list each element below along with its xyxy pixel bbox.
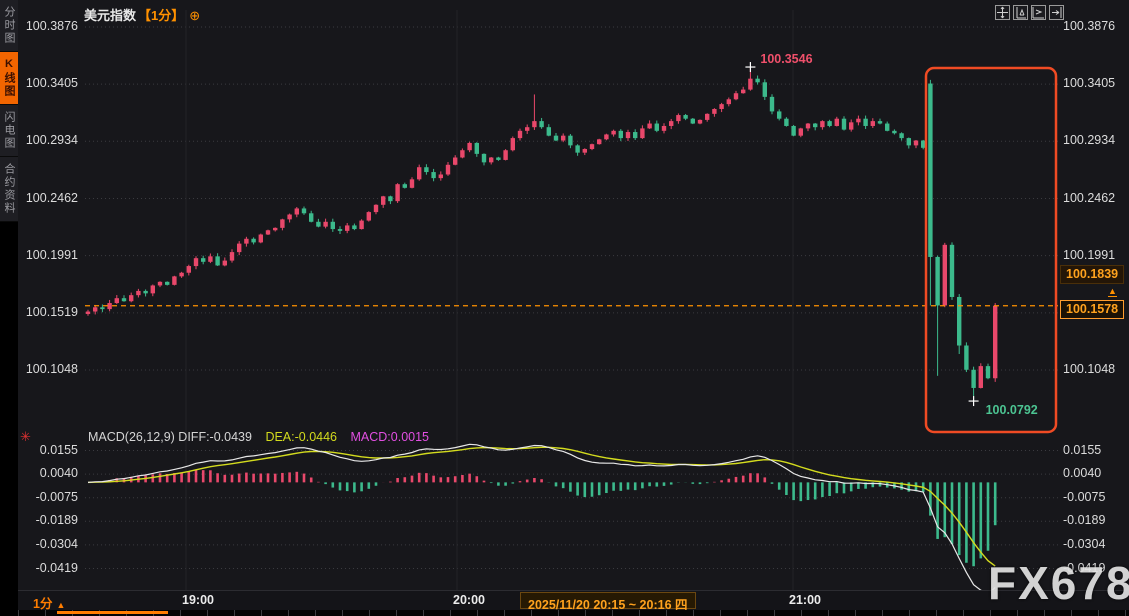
indicator-params-icon[interactable]: ✳: [20, 429, 31, 445]
chart-canvas[interactable]: [0, 0, 1129, 616]
macd-axis-label-right: -0.0075: [1063, 489, 1106, 504]
macd-axis-label-left: -0.0075: [35, 489, 78, 504]
price-axis-label-left: 100.3876: [25, 19, 78, 33]
visible-range-label: 2025/11/20 20:15 ~ 20:16 四: [520, 592, 696, 612]
price-axis-label-left: 100.1519: [25, 304, 78, 319]
time-axis-label: 21:00: [789, 593, 821, 607]
macd-name-diff-label: MACD(26,12,9) DIFF:-0.0439: [88, 430, 252, 444]
price-axis-label-right: 100.1991: [1063, 247, 1116, 262]
macd-axis-label-left: 0.0040: [39, 466, 78, 481]
price-axis-label-right: 100.3876: [1063, 19, 1116, 33]
ref-price-box: 100.1839: [1060, 265, 1125, 285]
sidebar-tab-闪电图[interactable]: 闪电图: [0, 105, 18, 157]
high-price-label: 100.3546: [760, 52, 813, 67]
interval-selector-label: 1分: [33, 597, 53, 611]
time-axis-label: 20:00: [453, 593, 485, 607]
pan-icon[interactable]: [995, 5, 1010, 20]
price-flag-icon: ▲: [1108, 285, 1117, 297]
sidebar-tab-分时图[interactable]: 分时图: [0, 0, 18, 52]
symbol-title: 美元指数: [84, 8, 137, 23]
low-price-label: 100.0792: [985, 403, 1038, 418]
price-axis-label-left: 100.2934: [25, 133, 78, 148]
price-axis-label-left: 100.1991: [25, 247, 78, 262]
timeline-scrollbar[interactable]: [18, 610, 1129, 616]
indicator-settings-icon[interactable]: ⊕: [189, 8, 200, 23]
price-axis-label-right: 100.2462: [1063, 190, 1116, 205]
macd-axis-label-right: 0.0155: [1063, 442, 1102, 457]
price-axis-label-right: 100.3405: [1063, 76, 1116, 91]
go-to-latest-icon[interactable]: [1049, 5, 1064, 20]
price-axis-label-right: 100.1048: [1063, 362, 1116, 376]
fit-left-axis-icon[interactable]: [1013, 5, 1028, 20]
sidebar-tab-合约资料[interactable]: 合约资料: [0, 157, 18, 222]
triangle-up-icon: ▲: [56, 600, 66, 610]
fit-bottom-axis-icon[interactable]: [1031, 5, 1046, 20]
macd-header: MACD(26,12,9) DIFF:-0.0439 DEA:-0.0446 M…: [88, 430, 429, 444]
macd-axis-label-right: 0.0040: [1063, 466, 1102, 481]
chart-title-bar: 美元指数 【1分】 ⊕: [84, 5, 200, 24]
chart-toolbar: [995, 5, 1064, 20]
timeline-scrollbar-thumb[interactable]: [57, 611, 168, 614]
price-axis-label-left: 100.1048: [25, 362, 78, 376]
price-axis-label-left: 100.2462: [25, 190, 78, 205]
macd-axis-label-right: -0.0304: [1063, 536, 1106, 551]
watermark: FX678: [988, 557, 1129, 609]
app-root: 分时图 K线图 闪电图 合约资料 美元指数 【1分】 ⊕ 100.3876 100.3876…: [0, 0, 1129, 616]
macd-axis-label-left: -0.0419: [35, 560, 78, 575]
time-axis: 1分 ▲ 2025/11/20 20:15 ~ 20:16 四 19:00 20:0…: [18, 590, 1129, 612]
price-axis-label-left: 100.3405: [25, 76, 78, 91]
macd-value-label: MACD:0.0015: [350, 430, 430, 444]
macd-axis-label-left: -0.0189: [35, 513, 78, 528]
sidebar: 分时图 K线图 闪电图 合约资料: [0, 0, 18, 616]
sidebar-tab-K线图[interactable]: K线图: [0, 52, 18, 105]
macd-axis-label-left: -0.0304: [35, 536, 78, 551]
macd-axis-label-right: -0.0189: [1063, 513, 1106, 528]
macd-dea-label: DEA:-0.0446: [265, 430, 338, 444]
last-price-box: 100.1578: [1060, 299, 1125, 319]
time-axis-label: 19:00: [182, 593, 214, 607]
interval-tag-label: 【1分】: [138, 8, 185, 23]
price-axis-label-right: 100.2934: [1063, 133, 1116, 148]
